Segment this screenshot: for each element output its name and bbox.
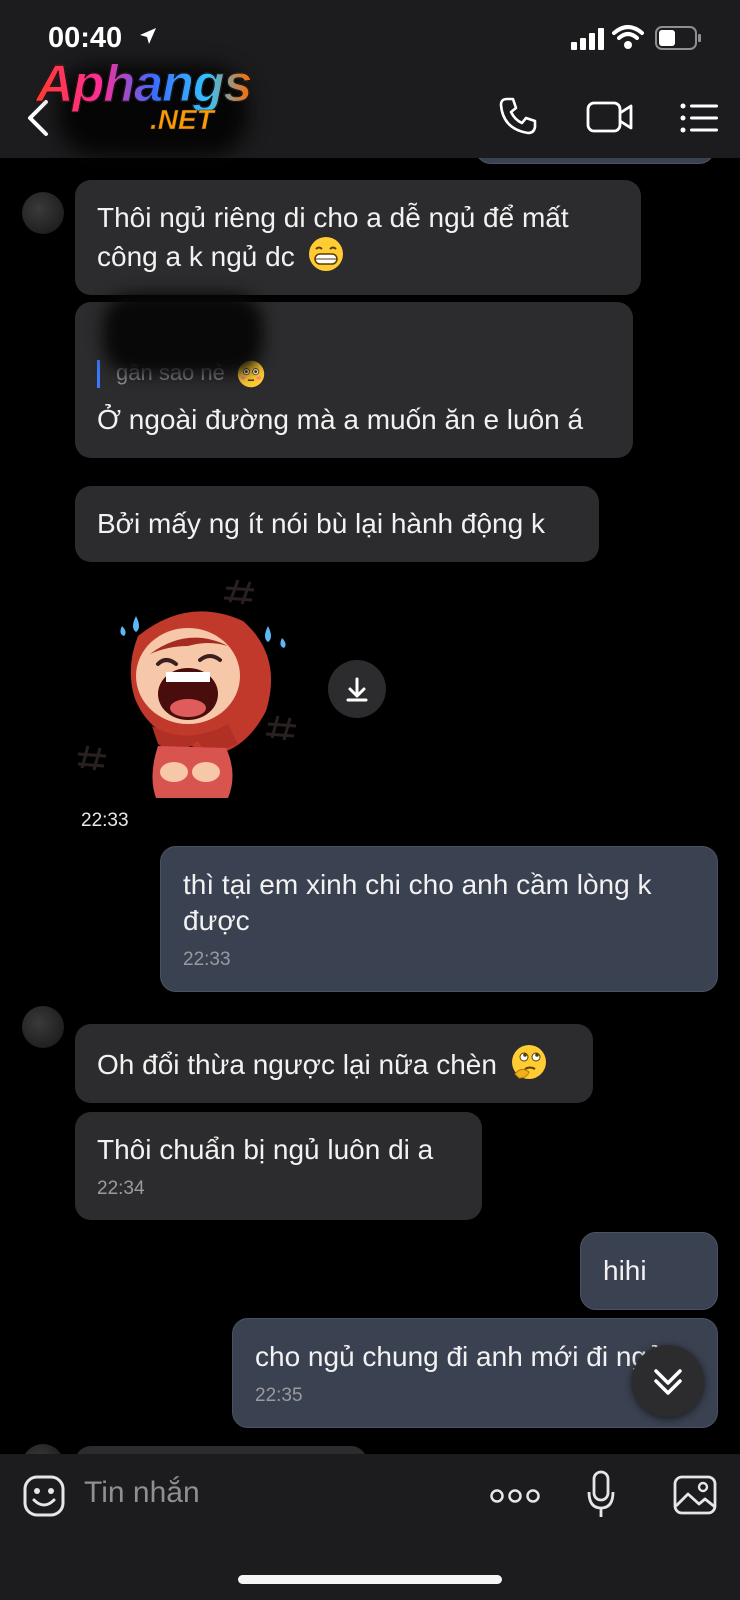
download-icon [346,677,368,702]
image-icon[interactable] [672,1474,718,1516]
list-menu-icon[interactable] [680,102,720,134]
double-chevron-down-icon [654,1369,682,1395]
logo-subtext: .NET [150,104,214,136]
message-text: Oh đổi thừa ngược lại nữa chèn [97,1049,497,1080]
avatar[interactable] [22,192,64,234]
message-time: 22:33 [81,810,129,831]
message-text: Thôi chuẩn bị ngủ luôn di a [97,1134,434,1165]
avatar[interactable] [22,1006,64,1048]
message-text: Bởi mấy ng ít nói bù lại hành động k [97,508,545,539]
video-camera-icon[interactable] [586,100,634,134]
watermark-logo: Aphangs .NET [35,54,256,142]
more-dots-icon[interactable] [490,1486,540,1506]
message-bubble[interactable]: Thôi ngủ riêng di cho a dễ ngủ để mất cô… [75,180,641,295]
logo-text: Aphangs [35,55,252,114]
partial-message-bubble[interactable] [75,1446,367,1454]
location-arrow-icon [140,28,156,44]
laughing-red-hood-girl-sticker[interactable] [78,576,308,806]
grinning-face-emoji-icon [309,237,344,271]
message-bubble[interactable]: Thôi chuẩn bị ngủ luôn di a 22:34 [75,1112,482,1220]
thinking-face-emoji-icon [511,1045,546,1079]
message-bubble[interactable]: Bởi mấy ng ít nói bù lại hành động k [75,486,599,562]
message-input[interactable]: Tin nhắn [84,1476,200,1510]
message-text: hihi [603,1255,647,1286]
wifi-icon [612,25,644,49]
message-bubble[interactable]: Oh đổi thừa ngược lại nữa chèn [75,1024,593,1103]
chat-area[interactable]: Thôi ngủ riêng di cho a dễ ngủ để mất cô… [0,158,740,1454]
message-time: 22:33 [183,949,231,970]
message-time: 22:35 [255,1385,303,1406]
message-bubble[interactable]: hihi [580,1232,718,1310]
message-text: cho ngủ chung đi anh mới đi ngủ [255,1341,663,1372]
home-indicator[interactable] [238,1575,502,1584]
phone-icon[interactable] [498,96,538,136]
status-time: 00:40 [48,22,123,54]
avatar[interactable] [22,1444,64,1454]
message-text: Ở ngoài đường mà a muốn ăn e luôn á [97,404,584,435]
message-bubble-with-quote[interactable]: gần sao nè Ở ngoài đường mà a muốn ăn e … [75,294,633,458]
message-bubble[interactable]: thì tại em xinh chi cho anh cầm lòng k đ… [160,846,718,992]
emoji-icon[interactable] [22,1474,66,1518]
battery-icon [655,26,701,50]
scroll-to-bottom-button[interactable] [632,1345,704,1417]
message-text: thì tại em xinh chi cho anh cầm lòng k đ… [183,869,652,936]
chat-header: 00:40 Aphangs .NET [0,0,740,158]
signal-icon [571,28,604,50]
message-time: 22:34 [97,1178,145,1199]
redacted-sender [103,294,263,374]
partial-message-bubble[interactable] [475,158,715,164]
microphone-icon[interactable] [586,1470,616,1520]
download-button[interactable] [328,660,386,718]
